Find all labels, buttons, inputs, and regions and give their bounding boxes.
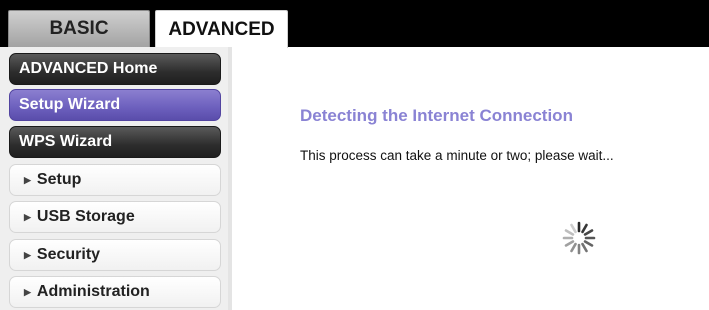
sidebar-item-label: Security xyxy=(36,246,101,263)
sidebar-item-wps-wizard[interactable]: WPS Wizard xyxy=(9,126,221,158)
spinner-spoke xyxy=(583,229,594,236)
tab-basic[interactable]: BASIC xyxy=(8,10,150,47)
spinner-spoke xyxy=(564,240,575,247)
page-title: Detecting the Internet Connection xyxy=(300,106,573,125)
triangle-right-icon: ▶ xyxy=(24,286,31,297)
spinner-spoke xyxy=(581,223,588,234)
sidebar-item-usb-storage[interactable]: ▶ USB Storage xyxy=(9,201,221,233)
loading-spinner-icon xyxy=(562,221,596,255)
sidebar-item-setup[interactable]: ▶ Setup xyxy=(9,164,221,196)
sidebar-item-administration[interactable]: ▶ Administration xyxy=(9,276,221,308)
spinner-spoke xyxy=(570,223,577,234)
sidebar-item-advanced-home[interactable]: ADVANCED Home xyxy=(9,53,221,85)
tab-advanced[interactable]: ADVANCED xyxy=(155,10,288,48)
spinner-spoke xyxy=(583,240,594,247)
sidebar-item-label: WPS Wizard xyxy=(19,133,113,150)
sidebar-divider xyxy=(228,47,232,310)
sidebar-item-label: USB Storage xyxy=(36,208,135,225)
sidebar-item-label: Setup xyxy=(36,171,82,188)
sidebar-item-security[interactable]: ▶ Security xyxy=(9,239,221,271)
sidebar-item-setup-wizard[interactable]: Setup Wizard xyxy=(9,89,221,121)
triangle-right-icon: ▶ xyxy=(24,249,31,260)
spinner-spoke xyxy=(581,242,588,253)
spinner-spoke xyxy=(570,242,577,253)
sidebar-item-label: Administration xyxy=(36,283,150,300)
sidebar-item-label: Setup Wizard xyxy=(19,96,121,113)
sidebar-item-label: ADVANCED Home xyxy=(19,60,158,77)
spinner-spoke xyxy=(564,229,575,236)
triangle-right-icon: ▶ xyxy=(24,211,31,222)
top-navigation-bar: BASIC ADVANCED xyxy=(0,0,709,48)
tab-advanced-label: ADVANCED xyxy=(168,18,275,40)
tab-basic-label: BASIC xyxy=(49,18,109,39)
triangle-right-icon: ▶ xyxy=(24,174,31,185)
status-message: This process can take a minute or two; p… xyxy=(300,148,614,163)
